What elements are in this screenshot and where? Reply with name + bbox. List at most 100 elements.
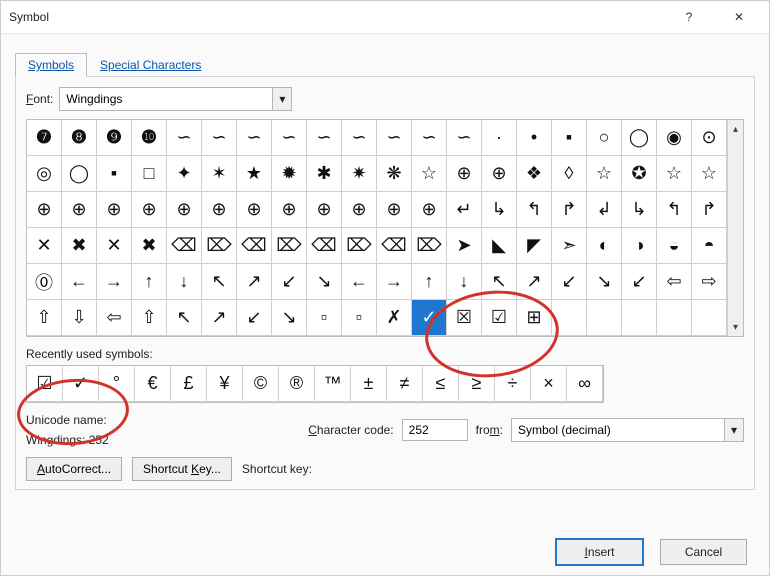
symbol-cell[interactable]: ✖ <box>132 228 167 264</box>
recent-symbol-cell[interactable]: ≥ <box>459 366 495 402</box>
symbol-cell[interactable]: ⊕ <box>132 192 167 228</box>
symbol-cell[interactable]: ❼ <box>27 120 62 156</box>
recent-symbol-cell[interactable]: ™ <box>315 366 351 402</box>
symbol-cell[interactable]: ⇧ <box>132 300 167 336</box>
recent-symbol-cell[interactable]: × <box>531 366 567 402</box>
scrollbar[interactable]: ▴ ▾ <box>727 120 743 336</box>
insert-button[interactable]: Insert <box>555 538 644 566</box>
symbol-cell[interactable]: ← <box>342 264 377 300</box>
symbol-cell[interactable]: ☆ <box>692 156 727 192</box>
symbol-cell[interactable]: ⓪ <box>27 264 62 300</box>
symbol-cell[interactable]: ⌫ <box>237 228 272 264</box>
symbol-cell[interactable]: ⌫ <box>307 228 342 264</box>
symbol-cell[interactable]: · <box>482 120 517 156</box>
symbol-cell[interactable]: ↵ <box>447 192 482 228</box>
symbol-cell[interactable]: ⇩ <box>62 300 97 336</box>
symbol-cell[interactable]: ⊕ <box>272 192 307 228</box>
symbol-cell[interactable]: ➣ <box>552 228 587 264</box>
symbol-cell[interactable]: ↓ <box>167 264 202 300</box>
symbol-cell[interactable]: ◯ <box>62 156 97 192</box>
from-input[interactable] <box>512 420 724 440</box>
symbol-cell[interactable]: ∽ <box>272 120 307 156</box>
recent-symbol-cell[interactable]: ÷ <box>495 366 531 402</box>
symbol-cell[interactable]: ⇦ <box>97 300 132 336</box>
recent-symbol-cell[interactable]: ± <box>351 366 387 402</box>
symbol-cell[interactable]: ∽ <box>342 120 377 156</box>
symbol-cell[interactable]: ○ <box>587 120 622 156</box>
symbol-cell[interactable]: ✗ <box>377 300 412 336</box>
symbol-cell[interactable]: ✕ <box>27 228 62 264</box>
symbol-cell[interactable]: ◑ <box>622 228 657 264</box>
symbol-cell[interactable]: ☆ <box>587 156 622 192</box>
symbol-cell[interactable]: ▪ <box>552 120 587 156</box>
scroll-down-icon[interactable]: ▾ <box>728 318 743 336</box>
cancel-button[interactable]: Cancel <box>660 539 747 565</box>
symbol-cell[interactable]: ⌦ <box>342 228 377 264</box>
symbol-cell[interactable]: ↱ <box>552 192 587 228</box>
recent-symbol-cell[interactable]: ® <box>279 366 315 402</box>
symbol-cell[interactable]: ⊞ <box>517 300 552 336</box>
symbol-cell[interactable]: ☆ <box>412 156 447 192</box>
symbol-cell[interactable]: ↙ <box>237 300 272 336</box>
symbol-cell[interactable]: ⇧ <box>27 300 62 336</box>
recent-symbol-cell[interactable]: ≠ <box>387 366 423 402</box>
from-combo[interactable]: ▾ <box>511 418 744 442</box>
symbol-cell[interactable]: ↑ <box>132 264 167 300</box>
symbol-cell[interactable]: ↳ <box>482 192 517 228</box>
symbol-cell[interactable]: ⌫ <box>377 228 412 264</box>
symbol-cell[interactable]: ⊕ <box>377 192 412 228</box>
symbol-cell[interactable]: ☑ <box>482 300 517 336</box>
symbol-cell[interactable]: ∽ <box>202 120 237 156</box>
symbol-cell[interactable]: ↖ <box>202 264 237 300</box>
recent-symbol-cell[interactable]: ✓ <box>63 366 99 402</box>
close-button[interactable]: ✕ <box>717 3 761 31</box>
symbol-cell[interactable]: ← <box>62 264 97 300</box>
scroll-track[interactable] <box>728 138 743 318</box>
symbol-cell[interactable]: ↱ <box>692 192 727 228</box>
symbol-cell[interactable]: ✓ <box>412 300 447 336</box>
recent-symbol-cell[interactable]: ° <box>99 366 135 402</box>
recent-symbol-cell[interactable]: € <box>135 366 171 402</box>
recent-grid[interactable]: ☑✓°€£¥©®™±≠≤≥÷×∞ <box>26 365 604 403</box>
symbol-cell[interactable]: ↘ <box>272 300 307 336</box>
symbol-cell[interactable]: ⇦ <box>657 264 692 300</box>
symbol-cell[interactable]: ↘ <box>307 264 342 300</box>
symbol-cell[interactable]: ↘ <box>587 264 622 300</box>
recent-symbol-cell[interactable]: ¥ <box>207 366 243 402</box>
symbol-cell[interactable]: ✱ <box>307 156 342 192</box>
symbol-cell[interactable]: ↗ <box>202 300 237 336</box>
symbol-cell[interactable]: ↳ <box>622 192 657 228</box>
symbol-cell[interactable] <box>622 300 657 336</box>
symbol-cell[interactable]: ✶ <box>202 156 237 192</box>
symbol-cell[interactable]: ❾ <box>97 120 132 156</box>
symbol-cell[interactable]: • <box>517 120 552 156</box>
symbol-cell[interactable]: ◯ <box>622 120 657 156</box>
symbol-cell[interactable]: ❖ <box>517 156 552 192</box>
symbol-cell[interactable]: ✦ <box>167 156 202 192</box>
symbol-cell[interactable]: ▪ <box>97 156 132 192</box>
symbol-cell[interactable]: ⌦ <box>412 228 447 264</box>
symbol-cell[interactable]: ∽ <box>307 120 342 156</box>
symbol-cell[interactable]: ∽ <box>412 120 447 156</box>
symbol-cell[interactable]: □ <box>132 156 167 192</box>
symbol-grid[interactable]: ❼❽❾❿∽∽∽∽∽∽∽∽∽·•▪○◯◉⊙◎◯▪□✦✶★✹✱✷❋☆⊕⊕❖◊☆✪☆☆… <box>27 120 727 336</box>
chevron-down-icon[interactable]: ▾ <box>272 88 291 110</box>
symbol-cell[interactable]: ↖ <box>482 264 517 300</box>
symbol-cell[interactable]: ◐ <box>587 228 622 264</box>
symbol-cell[interactable]: ✪ <box>622 156 657 192</box>
symbol-cell[interactable]: ⇨ <box>692 264 727 300</box>
symbol-cell[interactable]: ★ <box>237 156 272 192</box>
symbol-cell[interactable]: ↗ <box>237 264 272 300</box>
symbol-cell[interactable]: ↙ <box>272 264 307 300</box>
symbol-cell[interactable]: ⊕ <box>27 192 62 228</box>
symbol-cell[interactable]: ☒ <box>447 300 482 336</box>
symbol-cell[interactable]: ◣ <box>482 228 517 264</box>
symbol-cell[interactable]: ❋ <box>377 156 412 192</box>
symbol-cell[interactable]: ⊕ <box>167 192 202 228</box>
symbol-cell[interactable]: ⊕ <box>62 192 97 228</box>
symbol-cell[interactable]: ↰ <box>657 192 692 228</box>
symbol-cell[interactable]: ✹ <box>272 156 307 192</box>
recent-symbol-cell[interactable]: © <box>243 366 279 402</box>
symbol-cell[interactable]: ◒ <box>657 228 692 264</box>
symbol-cell[interactable]: → <box>377 264 412 300</box>
